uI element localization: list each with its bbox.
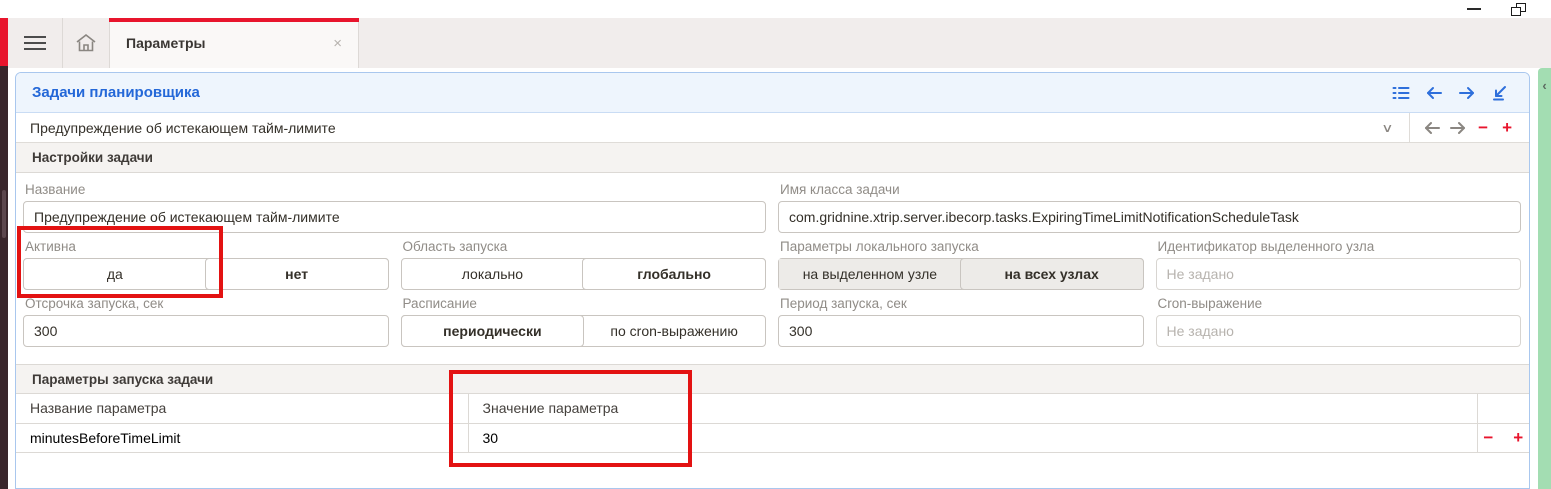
home-icon [75,33,97,53]
param-value-header: Значение параметра [468,394,1477,423]
arrow-right-icon [1458,85,1476,101]
left-rail [0,18,8,489]
chevron-down-icon[interactable]: ∨ [1382,121,1394,135]
param-value-cell[interactable]: 30 [468,423,1477,452]
window-titlebar [0,0,1551,18]
field-delay: Отсрочка запуска, сек [23,293,389,350]
panel-title: Задачи планировщика [32,84,200,101]
schedule-label: Расписание [403,296,767,311]
minimize-icon[interactable] [1467,8,1481,10]
name-input[interactable] [23,201,766,233]
period-input[interactable] [778,315,1144,347]
arrow-left-icon [1425,85,1443,101]
left-rail-accent [0,18,8,66]
prev-task-button[interactable] [1423,120,1441,136]
scope-option-global[interactable]: глобально [582,258,766,290]
field-schedule: Расписание периодически по cron-выражени… [401,293,767,350]
schedule-option-cron[interactable]: по cron-выражению [583,316,765,346]
list-icon [1392,85,1410,101]
app-window: Параметры × Задачи планировщика [0,0,1551,489]
params-table: Название параметра Значение параметра mi… [16,394,1529,453]
arrow-right-icon [1449,120,1467,136]
collapse-chevron-icon: ‹ [1542,78,1546,489]
task-selector-row: Предупреждение об истекающем тайм-лимите… [16,113,1529,143]
nav-forward-button[interactable] [1458,85,1476,101]
param-actions-header [1477,394,1529,423]
active-toggle: да нет [23,258,389,290]
delay-input[interactable] [23,315,389,347]
panel-header: Задачи планировщика [16,73,1529,113]
list-view-button[interactable] [1392,85,1410,101]
node-id-label: Идентификатор выделенного узла [1158,239,1522,254]
task-settings-form: Название Имя класса задачи Активна да не… [16,173,1529,364]
left-rail-handle[interactable] [2,190,6,238]
schedule-toggle: периодически по cron-выражению [401,315,767,347]
tab-close-icon[interactable]: × [333,35,342,52]
restore-icon[interactable] [1511,3,1526,16]
active-option-no[interactable]: нет [205,258,389,290]
active-option-yes[interactable]: да [24,259,206,289]
field-node-id: Идентификатор выделенного узла [1156,236,1522,293]
delay-label: Отсрочка запуска, сек [25,296,389,311]
tab-parameters[interactable]: Параметры × [109,18,359,68]
node-id-input[interactable] [1156,258,1522,290]
scheduler-panel: Задачи планировщика [15,72,1530,489]
field-cron: Cron-выражение [1156,293,1522,350]
restore-square-front [1511,7,1521,16]
param-actions-cell: − + [1477,423,1529,452]
field-active: Активна да нет [23,236,389,293]
add-task-icon[interactable]: + [1499,119,1515,136]
name-label: Название [25,182,766,197]
tab-label: Параметры [126,35,206,51]
section-task-params: Параметры запуска задачи [16,364,1529,394]
active-label: Активна [25,239,389,254]
remove-task-icon[interactable]: − [1475,119,1491,136]
period-label: Период запуска, сек [780,296,1144,311]
scope-toggle: локально глобально [401,258,767,290]
app-toolbar: Параметры × [8,18,1551,68]
nav-back-button[interactable] [1425,85,1443,101]
local-params-label: Параметры локального запуска [780,239,1144,254]
task-selector[interactable]: Предупреждение об истекающем тайм-лимите [30,120,336,136]
hamburger-icon [24,36,46,51]
section-title: Настройки задачи [32,150,153,165]
field-name: Название [23,179,766,236]
import-icon [1491,85,1509,101]
class-name-label: Имя класса задачи [780,182,1521,197]
add-param-icon[interactable]: + [1510,429,1526,446]
tab-active-indicator [109,18,359,22]
home-button[interactable] [63,18,109,68]
scope-option-local[interactable]: локально [402,259,584,289]
field-period: Период запуска, сек [778,293,1144,350]
scope-label: Область запуска [403,239,767,254]
remove-param-icon[interactable]: − [1480,429,1496,446]
field-local-params: Параметры локального запуска на выделенн… [778,236,1144,293]
param-name-cell[interactable]: minutesBeforeTimeLimit [16,423,468,452]
class-name-input[interactable] [778,201,1521,233]
local-params-toggle: на выделенном узле на всех узлах [778,258,1144,290]
params-table-header: Название параметра Значение параметра [16,394,1529,423]
section-task-settings: Настройки задачи [16,143,1529,173]
field-class-name: Имя класса задачи [778,179,1521,236]
param-name-header: Название параметра [16,394,468,423]
section-title: Параметры запуска задачи [32,372,213,387]
schedule-option-periodic[interactable]: периодически [401,315,585,347]
import-button[interactable] [1491,85,1509,101]
side-panel-rail[interactable]: ‹ [1538,68,1551,489]
cron-input[interactable] [1156,315,1522,347]
arrow-left-icon [1423,120,1441,136]
main-menu-button[interactable] [8,18,62,68]
cron-label: Cron-выражение [1158,296,1522,311]
field-scope: Область запуска локально глобально [401,236,767,293]
local-params-option-dedicated[interactable]: на выделенном узле [779,259,961,289]
next-task-button[interactable] [1449,120,1467,136]
table-row[interactable]: minutesBeforeTimeLimit 30 − + [16,423,1529,452]
local-params-option-all[interactable]: на всех узлах [960,258,1144,290]
selector-divider [1409,113,1410,142]
